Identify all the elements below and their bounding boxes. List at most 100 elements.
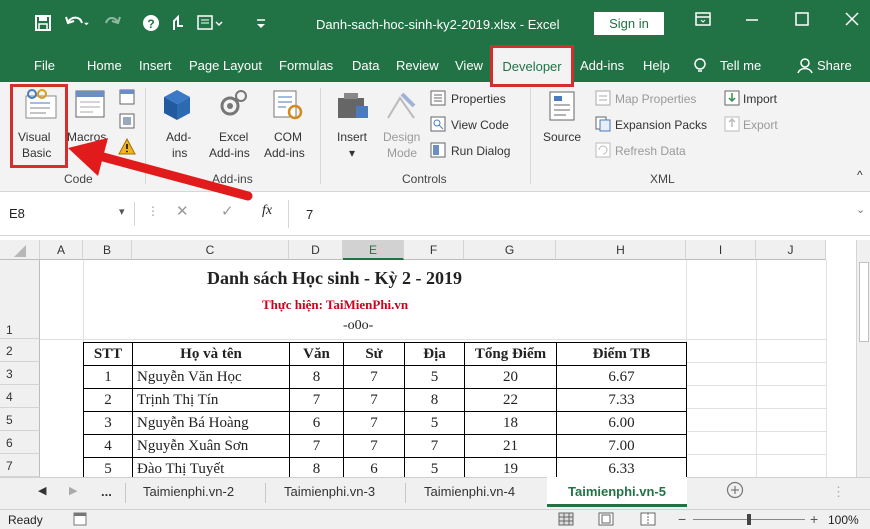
lightbulb-icon[interactable] (693, 58, 707, 77)
map-properties-button[interactable]: Map Properties (615, 92, 696, 106)
cell[interactable]: 7 (404, 434, 465, 458)
column-header-a[interactable]: A (40, 240, 83, 260)
row-header-1[interactable]: 1 (0, 260, 40, 339)
macro-record-icon[interactable] (73, 512, 87, 529)
cell[interactable]: 6 (343, 457, 405, 477)
customize-qat-icon[interactable] (255, 14, 267, 35)
zoom-slider[interactable] (693, 514, 805, 525)
expand-formula-bar-icon[interactable]: ⌄ (856, 203, 865, 216)
com-add-ins-label-2[interactable]: Add-ins (264, 146, 305, 160)
minimize-icon[interactable] (737, 12, 767, 30)
expansion-packs-button[interactable]: Expansion Packs (615, 118, 707, 132)
header-cell[interactable]: Tổng Điểm (464, 342, 557, 366)
design-mode-label-1[interactable]: Design (383, 130, 420, 144)
design-mode-label-2[interactable]: Mode (387, 146, 417, 160)
more-sheets-button[interactable]: ... (101, 484, 112, 499)
sign-in-button[interactable]: Sign in (594, 12, 664, 35)
record-macro-icon[interactable] (118, 88, 136, 109)
scroll-sheets-right-icon[interactable]: ▶ (69, 484, 77, 497)
column-header-f[interactable]: F (404, 240, 464, 260)
relative-references-icon[interactable] (118, 112, 136, 133)
row-header-6[interactable]: 6 (0, 431, 40, 454)
cell[interactable]: 5 (404, 365, 465, 389)
tab-data[interactable]: Data (352, 58, 379, 73)
redo-icon[interactable] (102, 14, 124, 37)
cell[interactable]: Đào Thị Tuyết (132, 457, 290, 477)
insert-controls-label[interactable]: Insert (337, 130, 367, 144)
column-header-e[interactable]: E (343, 240, 404, 260)
cell[interactable]: 6.33 (556, 457, 687, 477)
close-icon[interactable] (837, 12, 867, 30)
column-header-g[interactable]: G (464, 240, 556, 260)
insert-function-icon[interactable]: fx (262, 203, 272, 219)
tab-review[interactable]: Review (396, 58, 439, 73)
cell[interactable]: 5 (404, 457, 465, 477)
zoom-slider-thumb[interactable] (747, 514, 751, 525)
tab-split-icon[interactable]: ⋮ (832, 484, 845, 500)
zoom-out-button[interactable]: − (678, 511, 686, 527)
tab-help[interactable]: Help (643, 58, 670, 73)
header-cell[interactable]: Sử (343, 342, 405, 366)
formula-input[interactable]: 7 (306, 207, 313, 222)
header-cell[interactable]: Địa (404, 342, 465, 366)
sheet-tab[interactable]: Taimienphi.vn-2 (143, 484, 234, 499)
touch-mode-icon[interactable] (170, 14, 186, 37)
tell-me-search[interactable]: Tell me (720, 58, 761, 73)
sheet-tab[interactable]: Taimienphi.vn-4 (424, 484, 515, 499)
cell[interactable]: 5 (83, 457, 133, 477)
tab-file[interactable]: File (34, 58, 55, 73)
collapse-ribbon-icon[interactable]: ^ (857, 168, 863, 182)
cell[interactable]: Nguyễn Văn Học (132, 365, 290, 389)
cell[interactable]: 22 (464, 388, 557, 412)
tab-home[interactable]: Home (87, 58, 122, 73)
cell[interactable]: 7 (343, 365, 405, 389)
sheet-tab-active[interactable]: Taimienphi.vn-5 (547, 477, 687, 507)
cell[interactable]: 3 (83, 411, 133, 435)
cell[interactable]: 21 (464, 434, 557, 458)
tab-formulas[interactable]: Formulas (279, 58, 333, 73)
row-header-3[interactable]: 3 (0, 362, 40, 385)
export-button[interactable]: Export (743, 118, 778, 132)
tab-developer-highlighted[interactable]: Developer (490, 45, 574, 87)
cell[interactable]: 8 (289, 457, 344, 477)
header-cell[interactable]: STT (83, 342, 133, 366)
cell[interactable]: 4 (83, 434, 133, 458)
form-icon[interactable] (196, 14, 226, 37)
ribbon-display-options-icon[interactable] (688, 12, 718, 30)
import-button[interactable]: Import (743, 92, 777, 106)
tab-add-ins[interactable]: Add-ins (580, 58, 624, 73)
cell[interactable]: 18 (464, 411, 557, 435)
header-cell[interactable]: Văn (289, 342, 344, 366)
com-add-ins-label-1[interactable]: COM (274, 130, 302, 144)
cell[interactable]: 6.00 (556, 411, 687, 435)
column-header-h[interactable]: H (556, 240, 686, 260)
share-icon[interactable] (797, 58, 813, 77)
tab-page-layout[interactable]: Page Layout (189, 58, 262, 73)
help-circle-icon[interactable]: ? (142, 14, 160, 37)
column-header-j[interactable]: J (756, 240, 826, 260)
cell[interactable]: 7.33 (556, 388, 687, 412)
sheet-tab[interactable]: Taimienphi.vn-3 (284, 484, 375, 499)
cell[interactable]: 7 (289, 434, 344, 458)
cell[interactable]: Trịnh Thị Tín (132, 388, 290, 412)
cell[interactable]: 7 (343, 411, 405, 435)
cell[interactable]: 8 (404, 388, 465, 412)
cell[interactable]: 2 (83, 388, 133, 412)
row-header-4[interactable]: 4 (0, 385, 40, 408)
cell[interactable]: 7.00 (556, 434, 687, 458)
undo-icon[interactable] (64, 14, 90, 37)
insert-dropdown-icon[interactable]: ▾ (349, 146, 355, 160)
column-header-b[interactable]: B (83, 240, 132, 260)
cell[interactable]: 7 (343, 434, 405, 458)
save-icon[interactable] (34, 14, 52, 37)
header-cell[interactable]: Điểm TB (556, 342, 687, 366)
cell[interactable]: 1 (83, 365, 133, 389)
cell[interactable]: 6.67 (556, 365, 687, 389)
cell[interactable]: Nguyễn Xuân Sơn (132, 434, 290, 458)
zoom-level[interactable]: 100% (828, 513, 859, 527)
worksheet-grid[interactable]: A B C D E F G H I J 1 2 3 4 5 6 7 Danh s… (0, 240, 870, 477)
cell[interactable]: 7 (343, 388, 405, 412)
run-dialog-button[interactable]: Run Dialog (451, 144, 510, 158)
vertical-scrollbar[interactable] (856, 240, 870, 477)
cell[interactable]: Nguyễn Bá Hoàng (132, 411, 290, 435)
